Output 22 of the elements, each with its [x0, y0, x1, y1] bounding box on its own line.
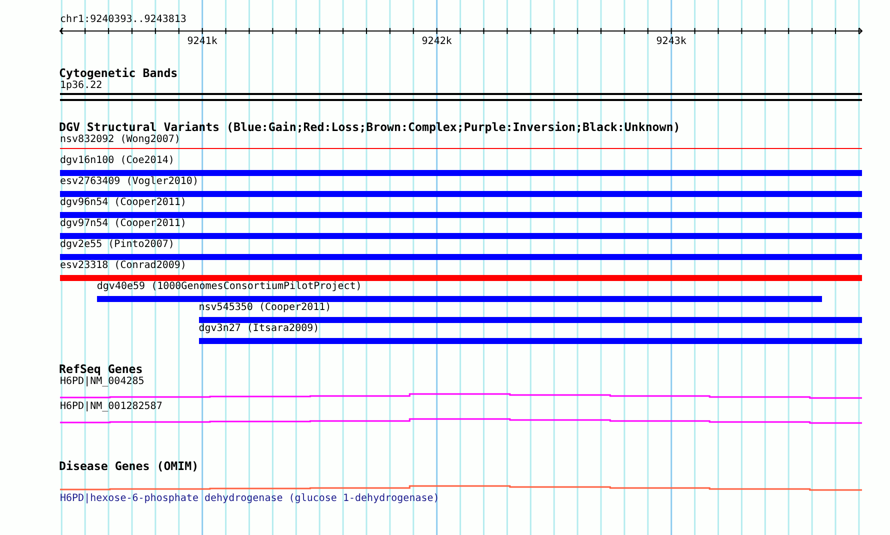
track-title: Disease Genes (OMIM) [59, 460, 200, 473]
feature-label: nsv832092 (Wong2007) [60, 134, 182, 146]
feature-label: H6PD|NM_004285 [60, 376, 146, 388]
tick-label: 9241k [187, 36, 218, 47]
feature-label: H6PD|NM_001282587 [60, 401, 164, 413]
feature-label: dgv40e59 (1000GenomesConsortiumPilotProject) [96, 281, 363, 293]
feature-label: dgv3n27 (Itsara2009) [198, 323, 320, 335]
track-title: Cytogenetic Bands [59, 67, 179, 80]
feature-label: dgv2e55 (Pinto2007) [60, 239, 176, 251]
tick-label: 9242k [422, 36, 452, 47]
feature-label: dgv96n54 (Cooper2011) [60, 197, 188, 209]
feature-label: nsv545350 (Cooper2011) [198, 302, 332, 314]
band-label: 1p36.22 [60, 80, 104, 92]
feature-label: esv2763409 (Vogler2010) [60, 176, 200, 188]
feature-label: esv23318 (Conrad2009) [60, 260, 188, 272]
region-label: chr1:9240393..9243813 [60, 14, 188, 26]
feature-label: dgv16n100 (Coe2014) [60, 155, 176, 167]
feature-label: H6PD|hexose-6-phosphate dehydrogenase (glucose 1-dehydrogenase) [60, 493, 440, 505]
feature-label: dgv97n54 (Cooper2011) [60, 218, 188, 230]
track-title: RefSeq Genes [59, 363, 144, 376]
tick-label: 9243k [656, 36, 686, 47]
track-title: DGV Structural Variants (Blue:Gain;Red:Loss;Brown:Complex;Purple:Inversion;Black:Unknown) [59, 121, 682, 134]
